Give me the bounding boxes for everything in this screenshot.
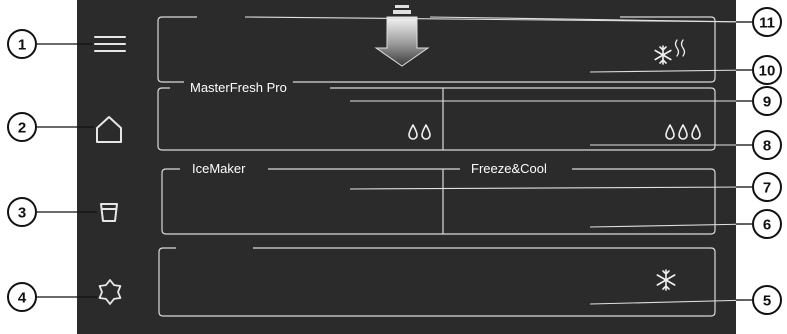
callout-4: 4	[7, 282, 37, 312]
callout-leader-lines-right-outside	[736, 21, 752, 301]
callout-7: 7	[752, 172, 782, 202]
callout-6: 6	[752, 209, 782, 239]
callout-1-number: 1	[18, 37, 26, 54]
callout-10: 10	[752, 55, 782, 85]
callout-11: 11	[752, 7, 782, 37]
callout-1: 1	[7, 29, 37, 59]
callout-2-number: 2	[18, 120, 26, 137]
callout-9-number: 9	[763, 94, 771, 111]
callout-5: 5	[752, 285, 782, 315]
callout-8: 8	[752, 130, 782, 160]
callout-2: 2	[7, 112, 37, 142]
icemaker-label[interactable]: IceMaker	[192, 161, 246, 176]
callout-6-number: 6	[763, 217, 771, 234]
control-panel-diagram: MasterFresh Pro IceMaker Freeze&Cool 1 2…	[7, 0, 782, 334]
callout-3-number: 3	[18, 205, 26, 222]
callout-7-number: 7	[763, 180, 771, 197]
callout-8-number: 8	[763, 138, 771, 155]
callout-11-number: 11	[759, 15, 775, 32]
masterfresh-label: MasterFresh Pro	[190, 80, 287, 95]
callout-4-number: 4	[18, 290, 27, 307]
freezecool-label[interactable]: Freeze&Cool	[471, 161, 547, 176]
callout-10-number: 10	[759, 63, 776, 80]
callout-9: 9	[752, 86, 782, 116]
callout-5-number: 5	[763, 293, 771, 310]
callout-3: 3	[7, 197, 37, 227]
